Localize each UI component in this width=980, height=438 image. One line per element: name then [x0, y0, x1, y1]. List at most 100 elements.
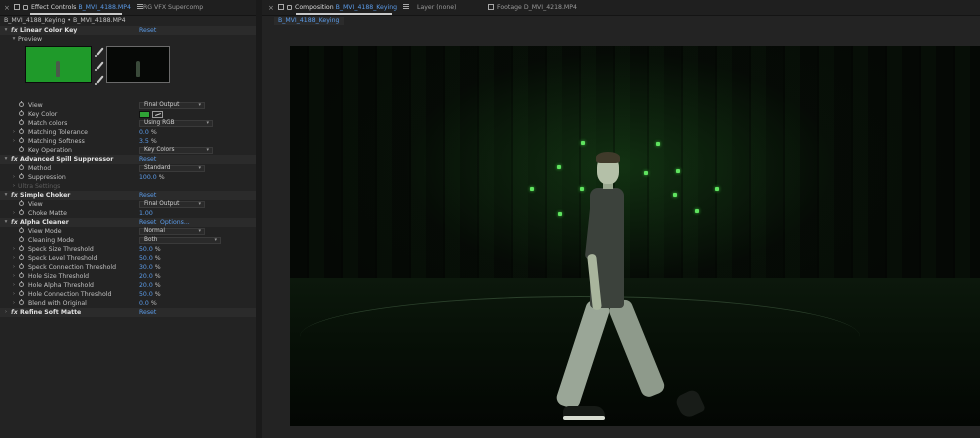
reset-button[interactable]: Reset: [139, 191, 156, 200]
value-number[interactable]: 50.0: [139, 291, 153, 298]
chevron-right-icon[interactable]: ›: [11, 137, 17, 146]
param-ultra-settings[interactable]: › Ultra Settings: [0, 182, 256, 191]
options-button[interactable]: Options...: [160, 218, 190, 227]
stopwatch-icon[interactable]: [19, 137, 24, 143]
param-method[interactable]: Method Standard ▾: [0, 164, 256, 173]
param-cleaning-mode[interactable]: Cleaning Mode Both ▾: [0, 236, 256, 245]
chevron-right-icon[interactable]: ›: [11, 254, 17, 263]
reset-button[interactable]: Reset: [139, 26, 156, 35]
param-value[interactable]: 30.0 %: [139, 263, 161, 272]
cleaning-mode-dropdown[interactable]: Both ▾: [139, 237, 221, 244]
param-speck-connection-threshold[interactable]: › Speck Connection Threshold 30.0 %: [0, 263, 256, 272]
param-matching-tolerance[interactable]: › Matching Tolerance 0.0 %: [0, 128, 256, 137]
param-match-colors[interactable]: Match colors Using RGB ▾: [0, 119, 256, 128]
param-value[interactable]: 20.0 %: [139, 281, 161, 290]
reset-button[interactable]: Reset: [139, 155, 156, 164]
effect-simple-choker[interactable]: ▾ fx Simple Choker Reset: [0, 191, 256, 200]
value-number[interactable]: 100.0: [139, 174, 157, 181]
fx-icon[interactable]: fx: [11, 191, 18, 200]
stopwatch-icon[interactable]: [19, 173, 24, 179]
tab-footage[interactable]: Footage D_MVI_4218.MP4: [488, 3, 577, 13]
lock-icon[interactable]: [23, 5, 28, 10]
param-blend-with-original[interactable]: › Blend with Original 0.0 %: [0, 299, 256, 308]
stopwatch-icon[interactable]: [19, 209, 24, 215]
chevron-right-icon[interactable]: ›: [11, 281, 17, 290]
param-suppression[interactable]: › Suppression 100.0 %: [0, 173, 256, 182]
value-number[interactable]: 30.0: [139, 264, 153, 271]
effect-refine-soft-matte[interactable]: › fx Refine Soft Matte Reset: [0, 308, 256, 317]
param-value[interactable]: 1.00: [139, 209, 153, 218]
param-value[interactable]: 20.0 %: [139, 272, 161, 281]
fx-icon[interactable]: fx: [11, 155, 18, 164]
param-key-color[interactable]: Key Color: [0, 110, 256, 119]
param-value[interactable]: 0.0 %: [139, 128, 157, 137]
value-number[interactable]: 50.0: [139, 255, 153, 262]
stopwatch-icon[interactable]: [19, 272, 24, 278]
chevron-down-icon[interactable]: ▾: [11, 35, 17, 44]
fx-icon[interactable]: fx: [11, 26, 18, 35]
param-value[interactable]: 3.5 %: [139, 137, 157, 146]
panel-menu-icon[interactable]: [403, 4, 410, 9]
close-icon[interactable]: ×: [268, 3, 274, 13]
lock-icon[interactable]: [287, 5, 292, 10]
param-hole-alpha-threshold[interactable]: › Hole Alpha Threshold 20.0 %: [0, 281, 256, 290]
fx-icon[interactable]: fx: [11, 308, 18, 317]
tab-effect-controls[interactable]: Effect Controls B_MVI_4188.MP4: [14, 3, 143, 13]
comp-name-label[interactable]: B_MVI_4188_Keying: [274, 17, 344, 25]
stopwatch-icon[interactable]: [19, 164, 24, 170]
key-color-swatch[interactable]: [139, 111, 150, 118]
stopwatch-icon[interactable]: [19, 290, 24, 296]
stopwatch-icon[interactable]: [19, 263, 24, 269]
stopwatch-icon[interactable]: [19, 110, 24, 116]
chevron-down-icon[interactable]: ▾: [3, 191, 9, 200]
tab-layer[interactable]: Layer (none): [417, 3, 457, 13]
preview-row[interactable]: ▾ Preview: [0, 35, 256, 44]
param-value[interactable]: 50.0 %: [139, 290, 161, 299]
match-colors-dropdown[interactable]: Using RGB ▾: [139, 120, 213, 127]
value-number[interactable]: 0.0: [139, 300, 149, 307]
param-value[interactable]: 0.0 %: [139, 299, 157, 308]
stopwatch-icon[interactable]: [19, 245, 24, 251]
eyedropper-icon[interactable]: [152, 111, 163, 118]
stopwatch-icon[interactable]: [19, 146, 24, 152]
chevron-right-icon[interactable]: ›: [11, 128, 17, 137]
chevron-right-icon[interactable]: ›: [11, 263, 17, 272]
param-choke-matte[interactable]: › Choke Matte 1.00: [0, 209, 256, 218]
param-view-mode[interactable]: View Mode Normal ▾: [0, 227, 256, 236]
value-number[interactable]: 0.0: [139, 129, 149, 136]
chevron-right-icon[interactable]: ›: [11, 182, 17, 191]
tab-rg-vfx-supercomp[interactable]: RG VFX Supercomp: [143, 3, 203, 13]
param-hole-size-threshold[interactable]: › Hole Size Threshold 20.0 %: [0, 272, 256, 281]
value-number[interactable]: 20.0: [139, 273, 153, 280]
param-value[interactable]: 50.0 %: [139, 254, 161, 263]
param-hole-connection-threshold[interactable]: › Hole Connection Threshold 50.0 %: [0, 290, 256, 299]
effect-advanced-spill-suppressor[interactable]: ▾ fx Advanced Spill Suppressor Reset: [0, 155, 256, 164]
panel-menu-icon[interactable]: [136, 4, 143, 9]
param-value[interactable]: 100.0 %: [139, 173, 165, 182]
stopwatch-icon[interactable]: [19, 236, 24, 242]
value-number[interactable]: 50.0: [139, 246, 153, 253]
stopwatch-icon[interactable]: [19, 299, 24, 305]
value-number[interactable]: 20.0: [139, 282, 153, 289]
stopwatch-icon[interactable]: [19, 254, 24, 260]
reset-button[interactable]: Reset: [139, 308, 156, 317]
param-choker-view[interactable]: View Final Output ▾: [0, 200, 256, 209]
chevron-right-icon[interactable]: ›: [11, 173, 17, 182]
view-mode-dropdown[interactable]: Normal ▾: [139, 228, 205, 235]
value-number[interactable]: 3.5: [139, 138, 149, 145]
effect-linear-color-key[interactable]: ▾ fx Linear Color Key Reset: [0, 26, 256, 35]
view-dropdown[interactable]: Final Output ▾: [139, 102, 205, 109]
method-dropdown[interactable]: Standard ▾: [139, 165, 205, 172]
key-operation-dropdown[interactable]: Key Colors ▾: [139, 147, 213, 154]
eyedropper-icon[interactable]: [95, 48, 103, 57]
param-speck-size-threshold[interactable]: › Speck Size Threshold 50.0 %: [0, 245, 256, 254]
stopwatch-icon[interactable]: [19, 281, 24, 287]
choker-view-dropdown[interactable]: Final Output ▾: [139, 201, 205, 208]
param-speck-level-threshold[interactable]: › Speck Level Threshold 50.0 %: [0, 254, 256, 263]
chevron-down-icon[interactable]: ▾: [3, 218, 9, 227]
stopwatch-icon[interactable]: [19, 200, 24, 206]
effect-alpha-cleaner[interactable]: ▾ fx Alpha Cleaner Reset Options...: [0, 218, 256, 227]
composition-viewer[interactable]: [290, 46, 980, 426]
stopwatch-icon[interactable]: [19, 101, 24, 107]
chevron-down-icon[interactable]: ▾: [3, 26, 9, 35]
